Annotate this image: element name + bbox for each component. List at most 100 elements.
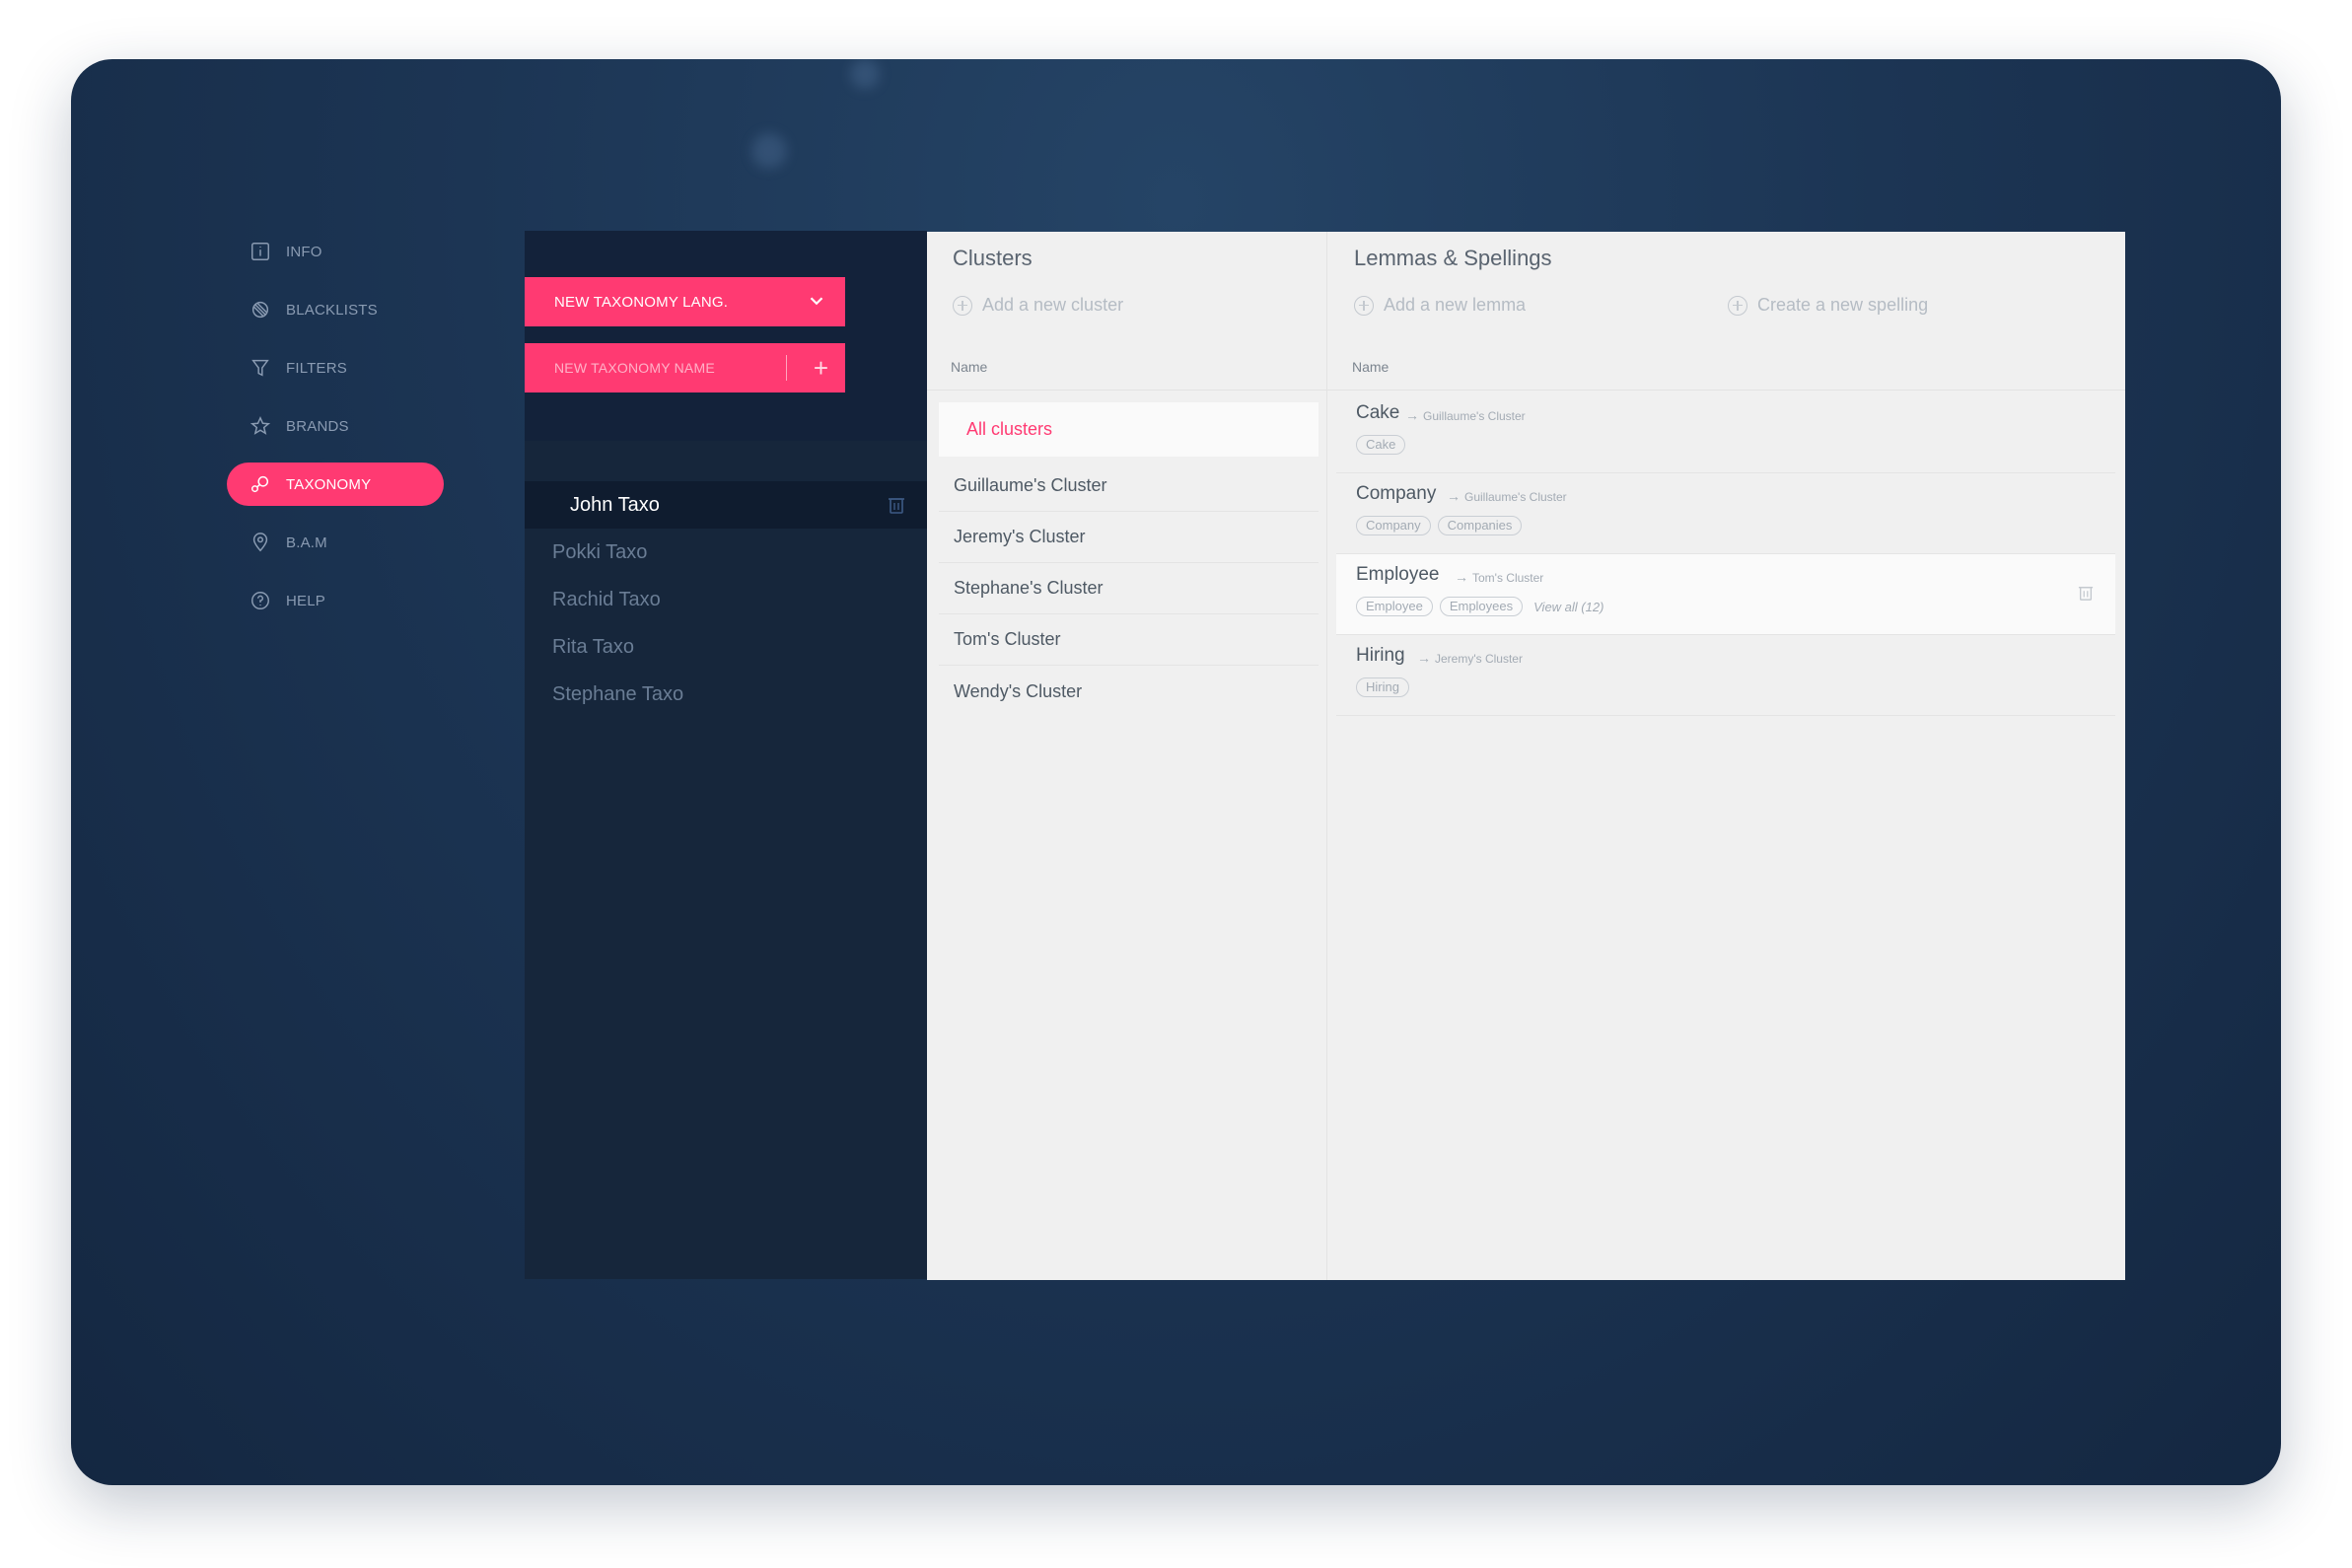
lemmas-title: Lemmas & Spellings [1354,246,1552,270]
lemma-cluster-ref: → Tom's Cluster [1455,569,1543,585]
spelling-tag[interactable]: Hiring [1356,677,1409,697]
taxonomy-item[interactable]: Rita Taxo [525,623,927,671]
nav-item-brands[interactable]: BRANDS [227,404,444,448]
taxonomy-name-field: + [525,343,845,392]
arrow-right-icon: → [1405,407,1419,423]
taxonomy-item[interactable]: John Taxo [525,481,927,529]
add-cluster-button[interactable]: Add a new cluster [953,295,1123,316]
arrow-right-icon: → [1417,650,1431,666]
taxonomy-name-input[interactable] [525,343,786,392]
spelling-tag[interactable]: Employee [1356,597,1433,616]
cluster-item[interactable]: Tom's Cluster [939,614,1319,666]
arrow-right-icon: → [1447,488,1461,504]
nav-item-blacklists[interactable]: BLACKLISTS [227,288,444,331]
chevron-down-icon [806,290,827,316]
cluster-item[interactable]: Wendy's Cluster [939,666,1319,717]
lemma-list: Cake → Guillaume's Cluster Cake Company →… [1336,392,2115,716]
cluster-item[interactable]: Stephane's Cluster [939,563,1319,614]
lemma-row[interactable]: Hiring → Jeremy's Cluster Hiring [1336,635,2115,716]
lemmas-name-header: Name [1352,359,1390,375]
cluster-list: All clusters Guillaume's Cluster Jeremy'… [939,402,1319,717]
background-bokeh [751,133,787,169]
spelling-tag[interactable]: Cake [1356,435,1406,455]
taxonomy-item[interactable]: Stephane Taxo [525,671,927,718]
nav-item-taxonomy[interactable]: TAXONOMY [227,463,444,506]
add-taxonomy-button[interactable]: + [797,343,845,392]
taxonomy-item-label: John Taxo [570,493,660,516]
taxonomy-item-label: Stephane Taxo [552,682,684,705]
nav-item-label: HELP [286,592,325,609]
nav-item-bam[interactable]: B.A.M [227,521,444,564]
taxonomy-item[interactable]: Pokki Taxo [525,529,927,576]
lemma-row[interactable]: Cake → Guillaume's Cluster Cake [1336,392,2115,473]
lemma-cluster-ref: → Jeremy's Cluster [1417,650,1523,666]
taxonomy-panel: NEW TAXONOMY LANG. + John Taxo Pokki Tax… [525,231,927,1279]
clusters-name-header: Name [951,359,988,375]
divider [1327,390,2125,391]
taxonomy-item-label: Pokki Taxo [552,540,648,563]
star-icon [249,414,272,438]
spelling-tag[interactable]: Employees [1439,597,1524,616]
taxonomy-item-label: Rita Taxo [552,635,635,658]
help-icon [249,589,272,612]
location-pin-icon [249,531,272,554]
lemma-row[interactable]: Employee → Tom's Cluster Employee Employe… [1336,554,2115,635]
lemma-cluster-label: Guillaume's Cluster [1423,409,1526,423]
add-circle-icon [953,295,972,316]
lemma-name: Cake [1356,402,1400,423]
spelling-tags: Hiring [1356,677,1416,697]
add-circle-icon [1354,295,1374,316]
lemma-cluster-label: Guillaume's Cluster [1464,490,1567,504]
lemma-cluster-ref: → Guillaume's Cluster [1447,488,1567,504]
lemma-name: Company [1356,483,1437,504]
nav-item-label: INFO [286,243,322,260]
spelling-tags: Employee Employees View all (12) [1356,597,1604,616]
lemma-cluster-ref: → Guillaume's Cluster [1405,407,1526,423]
nav-item-label: FILTERS [286,359,347,377]
taxonomy-language-select[interactable]: NEW TAXONOMY LANG. [525,277,845,326]
background-bokeh [850,59,880,89]
taxonomy-language-label: NEW TAXONOMY LANG. [554,293,729,311]
cluster-item-all[interactable]: All clusters [939,402,1319,457]
nav-item-info[interactable]: INFO [227,230,444,273]
nav-item-label: B.A.M [286,534,327,551]
divider [927,390,1326,391]
spelling-tags: Company Companies [1356,516,1529,535]
add-lemma-label: Add a new lemma [1384,295,1527,315]
nav-item-help[interactable]: HELP [227,579,444,622]
taxonomy-icon [249,472,272,496]
create-spelling-button[interactable]: Create a new spelling [1728,295,1928,316]
lemma-row[interactable]: Company → Guillaume's Cluster Company Com… [1336,473,2115,554]
lemma-cluster-label: Tom's Cluster [1472,571,1544,585]
lemma-cluster-label: Jeremy's Cluster [1435,652,1523,666]
taxonomy-list: John Taxo Pokki Taxo Rachid Taxo Rita Ta… [525,481,927,718]
create-spelling-label: Create a new spelling [1757,295,1929,315]
nav-item-label: BLACKLISTS [286,301,378,319]
spelling-tag[interactable]: Company [1356,516,1431,535]
trash-icon[interactable] [888,495,905,515]
content-panel: Clusters Add a new cluster Name All clus… [927,232,2125,1280]
cluster-item[interactable]: Jeremy's Cluster [939,512,1319,563]
divider [786,355,787,381]
arrow-right-icon: → [1455,569,1468,585]
taxonomy-item-label: Rachid Taxo [552,588,661,610]
lemma-name: Hiring [1356,645,1405,666]
spelling-tag[interactable]: Companies [1437,516,1523,535]
spelling-tags: Cake [1356,435,1412,455]
info-icon [249,240,272,263]
taxonomy-panel-header [525,231,927,441]
lemma-name: Employee [1356,564,1440,585]
add-lemma-button[interactable]: Add a new lemma [1354,295,1526,316]
blacklist-icon [249,298,272,321]
clusters-title: Clusters [953,246,1033,270]
nav-item-filters[interactable]: FILTERS [227,346,444,390]
trash-icon[interactable] [2078,584,2094,602]
taxonomy-item[interactable]: Rachid Taxo [525,576,927,623]
add-circle-icon [1728,295,1747,316]
cluster-item[interactable]: Guillaume's Cluster [939,461,1319,512]
add-cluster-label: Add a new cluster [982,295,1124,315]
filter-icon [249,356,272,380]
sidebar-nav: INFO BLACKLISTS FILTERS BRANDS TAXONOMY … [227,230,444,637]
nav-item-label: TAXONOMY [286,475,372,493]
view-all-link[interactable]: View all (12) [1533,600,1604,614]
